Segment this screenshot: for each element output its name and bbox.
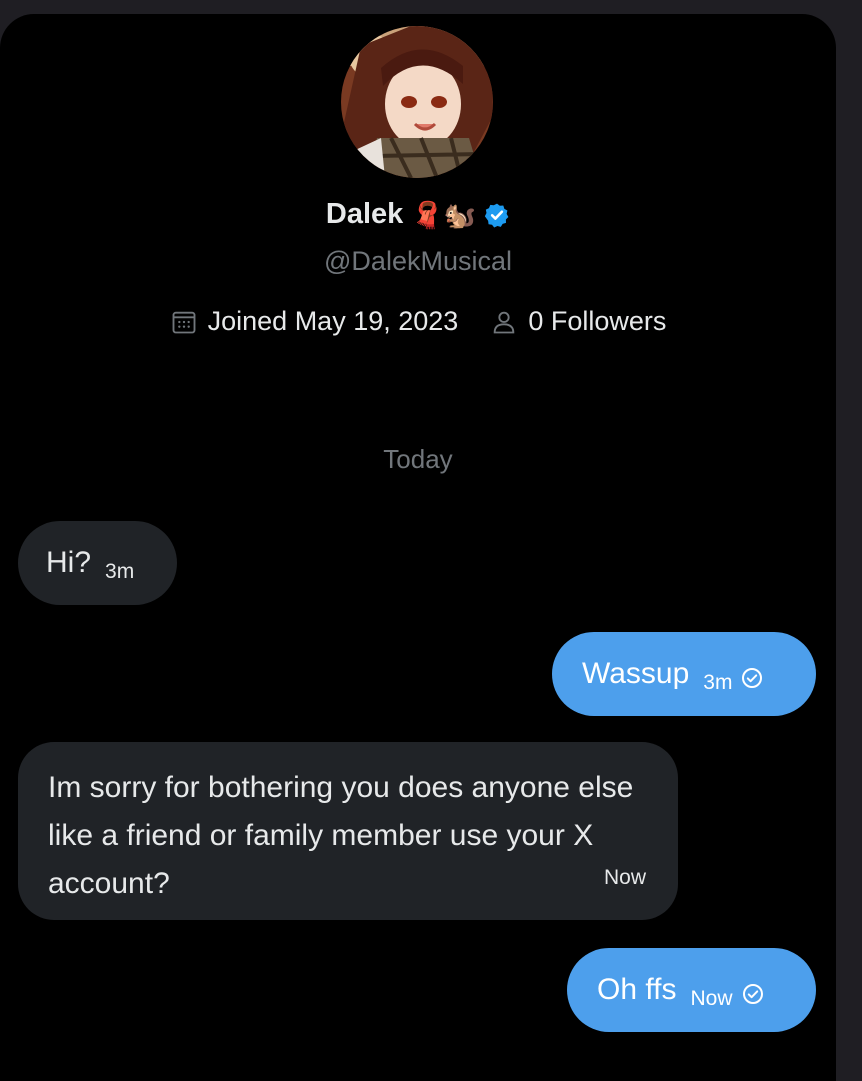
date-divider: Today — [383, 444, 453, 474]
avatar-image — [341, 26, 493, 178]
message-bubble-outgoing[interactable]: Oh ffs Now — [567, 948, 816, 1032]
followers-label: 0 Followers — [528, 306, 667, 336]
message-text: Oh ffs — [597, 973, 677, 1006]
message-time: 3m — [105, 560, 135, 583]
person-icon — [494, 311, 515, 333]
check-circle-icon — [742, 668, 763, 689]
message-time: Now — [603, 866, 646, 889]
profile-handle: @DalekMusical — [324, 246, 512, 276]
message-bubble-incoming[interactable]: Hi? 3m — [18, 521, 177, 605]
message-text: Hi? — [46, 546, 92, 579]
message-time: 3m — [703, 671, 733, 694]
avatar[interactable] — [341, 26, 493, 178]
profile-name[interactable]: Dalek — [326, 198, 403, 231]
name-emojis: 🧣🐿️ — [411, 199, 477, 230]
check-circle-icon — [742, 984, 763, 1005]
followers-count[interactable]: 0 Followers — [490, 306, 666, 337]
profile-name-row: Dalek 🧣🐿️ — [0, 198, 836, 231]
window-edge — [836, 0, 862, 1081]
message-time: Now — [690, 987, 733, 1010]
profile-meta: Joined May 19, 2023 0 Followers — [0, 306, 836, 337]
message-text: Wassup — [582, 657, 690, 690]
dm-conversation-panel: Dalek 🧣🐿️ @DalekMusical Joined May 19, 2… — [0, 14, 836, 1081]
joined-label: Joined May 19, 2023 — [207, 306, 459, 336]
message-bubble-incoming[interactable]: Im sorry for bothering you does anyone e… — [18, 742, 678, 920]
message-text: Im sorry for bothering you does anyone e… — [48, 771, 634, 900]
joined-date: Joined May 19, 2023 — [170, 306, 459, 337]
message-bubble-outgoing[interactable]: Wassup 3m — [552, 632, 816, 716]
calendar-icon — [172, 311, 196, 333]
verified-badge-icon — [484, 203, 509, 227]
